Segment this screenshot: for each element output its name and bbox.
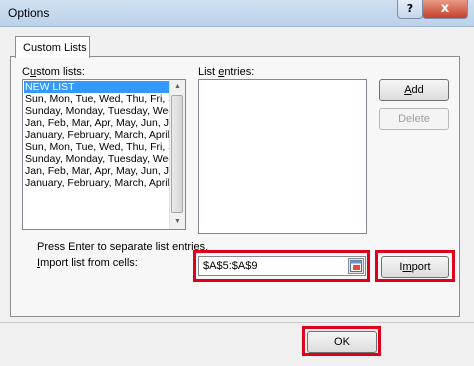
- list-entries-textarea[interactable]: [198, 79, 367, 234]
- help-button[interactable]: ?: [397, 0, 423, 19]
- list-item[interactable]: Sunday, Monday, Tuesday, Wed: [24, 153, 170, 165]
- import-range-field[interactable]: $A$5:$A$9: [198, 256, 366, 276]
- list-item[interactable]: Jan, Feb, Mar, Apr, May, Jun, J: [24, 165, 170, 177]
- import-from-label: Import list from cells:: [37, 257, 138, 269]
- delete-button[interactable]: Delete: [379, 108, 449, 130]
- close-button[interactable]: x: [422, 0, 468, 19]
- scroll-up-icon[interactable]: ▲: [170, 80, 185, 94]
- footer-separator: [0, 322, 474, 323]
- hint-text: Press Enter to separate list entries.: [37, 241, 209, 253]
- import-button[interactable]: Import: [381, 256, 449, 278]
- scroll-down-icon[interactable]: ▼: [170, 215, 185, 229]
- window-title: Options: [8, 6, 50, 20]
- custom-lists-listbox[interactable]: NEW LIST Sun, Mon, Tue, Wed, Thu, Fri, SS…: [22, 79, 186, 230]
- list-item[interactable]: January, February, March, April: [24, 177, 170, 189]
- custom-lists-label: Custom lists:: [22, 66, 85, 78]
- scroll-thumb[interactable]: [171, 95, 183, 213]
- import-range-value: $A$5:$A$9: [203, 260, 258, 272]
- list-scrollbar[interactable]: ▲ ▼: [169, 80, 185, 229]
- list-entries-label: List entries:: [198, 66, 255, 78]
- list-item[interactable]: Sun, Mon, Tue, Wed, Thu, Fri, S: [24, 141, 170, 153]
- tab-label: Custom Lists: [23, 42, 87, 54]
- title-bar: Options ? x: [0, 0, 474, 27]
- collapse-dialog-icon[interactable]: [348, 258, 364, 274]
- list-item[interactable]: NEW LIST: [24, 81, 170, 93]
- list-item[interactable]: Jan, Feb, Mar, Apr, May, Jun, J: [24, 117, 170, 129]
- tab-custom-lists[interactable]: Custom Lists: [15, 36, 90, 58]
- custom-lists-items: NEW LIST Sun, Mon, Tue, Wed, Thu, Fri, SS…: [24, 81, 170, 189]
- add-button[interactable]: Add: [379, 79, 449, 101]
- list-item[interactable]: Sunday, Monday, Tuesday, Wed: [24, 105, 170, 117]
- list-item[interactable]: Sun, Mon, Tue, Wed, Thu, Fri, S: [24, 93, 170, 105]
- list-item[interactable]: January, February, March, April: [24, 129, 170, 141]
- ok-button[interactable]: OK: [307, 331, 377, 353]
